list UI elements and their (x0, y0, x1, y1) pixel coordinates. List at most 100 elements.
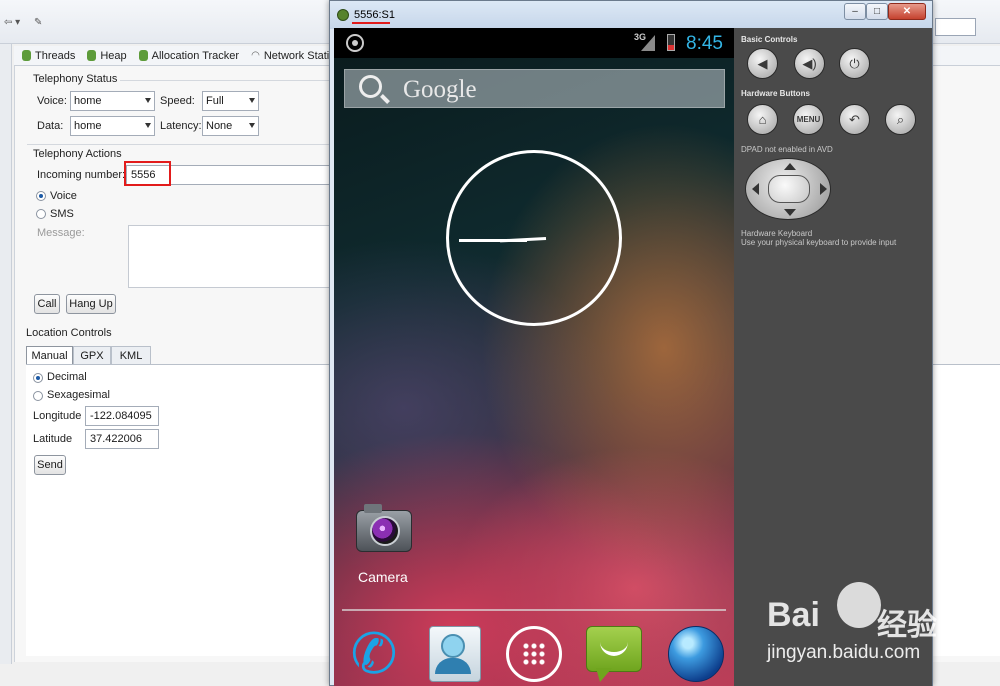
camera-top (364, 504, 382, 513)
emulator-title-bar[interactable]: 5556:S1 – □ ✕ (330, 1, 932, 29)
voice-label: Voice: (37, 95, 67, 107)
quick-access-input[interactable] (935, 18, 976, 36)
apps-grid-dots (522, 642, 546, 666)
dpad-title: DPAD not enabled in AVD (741, 145, 833, 154)
basic-controls-title: Basic Controls (741, 35, 798, 44)
android-app-icon (337, 9, 349, 21)
heap-icon (87, 50, 97, 61)
maximize-button[interactable]: □ (866, 3, 888, 20)
dpad-up-arrow-icon[interactable] (784, 163, 796, 170)
threads-icon (22, 50, 31, 61)
left-trim-strip (0, 44, 12, 664)
contacts-app-icon[interactable] (427, 624, 487, 684)
group-divider (120, 80, 330, 81)
power-button[interactable]: ⏻ (839, 48, 870, 79)
tab-threads[interactable]: Threads (22, 50, 75, 62)
browser-app-icon[interactable] (666, 624, 726, 684)
chevron-down-icon (249, 98, 255, 103)
send-button[interactable]: Send (34, 455, 66, 475)
dock-divider (342, 609, 726, 611)
tab-allocation-tracker[interactable]: Allocation Tracker (138, 49, 240, 62)
voice-select[interactable]: home (70, 91, 155, 111)
camera-app-icon[interactable] (356, 502, 412, 558)
sms-radio-label: SMS (50, 208, 74, 220)
watermark-url: jingyan.baidu.com (767, 642, 921, 663)
sexagesimal-radio-label: Sexagesimal (47, 389, 110, 401)
watermark-brand: Bai (767, 596, 820, 634)
longitude-input[interactable]: -122.084095 (85, 406, 159, 426)
camera-app-label: Camera (358, 569, 408, 585)
data-select[interactable]: home (70, 116, 155, 136)
baidu-watermark: Bai 经验 jingyan.baidu.com (765, 580, 995, 680)
tab-gpx[interactable]: GPX (73, 346, 111, 365)
message-bubble-tail (596, 668, 612, 682)
longitude-label: Longitude (33, 410, 82, 422)
dpad-right-arrow-icon[interactable] (820, 183, 827, 195)
allocation-icon (138, 50, 148, 61)
dpad-left-arrow-icon[interactable] (752, 183, 759, 195)
data-label: Data: (37, 120, 64, 132)
contacts-head (441, 634, 465, 658)
home-button[interactable]: ⌂ (747, 104, 778, 135)
sms-radio[interactable] (36, 209, 46, 219)
hang-up-button[interactable]: Hang Up (66, 294, 116, 314)
tab-heap-label: Heap (100, 49, 127, 62)
group-divider (27, 144, 330, 145)
globe-icon (668, 626, 724, 682)
latitude-input[interactable]: 37.422006 (85, 429, 159, 449)
speed-label: Speed: (160, 95, 195, 107)
latency-select[interactable]: None (202, 116, 259, 136)
chevron-down-icon (249, 123, 255, 128)
incoming-number-label: Incoming number: (37, 169, 126, 181)
phone-app-icon[interactable]: ✆ (344, 624, 404, 684)
latency-select-value: None (206, 120, 233, 132)
title-underline-mark (352, 22, 390, 24)
all-apps-icon[interactable] (504, 624, 564, 684)
google-logo-text: Google (403, 76, 477, 103)
android-status-bar: 3G 8:45 (334, 28, 734, 58)
telephony-actions-title: Telephony Actions (33, 148, 122, 160)
speed-select-value: Full (206, 95, 224, 107)
call-button[interactable]: Call (34, 294, 60, 314)
analog-clock-widget[interactable] (446, 150, 622, 326)
volume-down-button[interactable]: ◀ (747, 48, 778, 79)
hardware-buttons-title: Hardware Buttons (741, 89, 810, 98)
minimize-button[interactable]: – (844, 3, 866, 20)
telephony-status-title: Telephony Status (33, 73, 118, 85)
camera-lens (370, 516, 400, 546)
google-search-bar[interactable]: Google (344, 69, 725, 108)
baidu-paw-icon (837, 582, 881, 628)
android-screen[interactable]: 3G 8:45 Google Camera ✆ (334, 28, 734, 686)
data-select-value: home (74, 120, 102, 132)
close-button[interactable]: ✕ (888, 3, 926, 20)
message-label: Message: (37, 227, 85, 239)
watermark-brand-cn: 经验 (877, 609, 937, 642)
tab-heap[interactable]: Heap (87, 49, 127, 62)
decimal-radio[interactable] (33, 373, 43, 383)
menu-button[interactable]: MENU (793, 104, 824, 135)
voice-select-value: home (74, 95, 102, 107)
tab-allocation-label: Allocation Tracker (151, 49, 240, 62)
back-button[interactable]: ↶ (839, 104, 870, 135)
hardware-keyboard-text: Use your physical keyboard to provide in… (741, 238, 897, 247)
decimal-radio-label: Decimal (47, 371, 87, 383)
sexagesimal-radio[interactable] (33, 391, 43, 401)
speed-select[interactable]: Full (202, 91, 259, 111)
toolbar-pin-icon[interactable]: ✎ (34, 17, 42, 28)
volume-up-button[interactable]: ◀) (794, 48, 825, 79)
gps-icon (346, 34, 364, 52)
dpad-down-arrow-icon[interactable] (784, 209, 796, 216)
latitude-label: Latitude (33, 433, 73, 445)
chevron-down-icon (145, 98, 151, 103)
voice-radio[interactable] (36, 191, 46, 201)
message-textarea[interactable] (128, 225, 330, 288)
tab-manual[interactable]: Manual (26, 346, 73, 365)
search-button[interactable]: ⌕ (885, 104, 916, 135)
wifi-icon: ◠ (251, 50, 260, 61)
messaging-app-icon[interactable] (586, 624, 646, 684)
hardware-keyboard-title: Hardware Keyboard (741, 229, 813, 238)
dpad-control[interactable] (745, 158, 831, 220)
dpad-center-button[interactable] (768, 175, 810, 203)
tab-kml[interactable]: KML (111, 346, 151, 365)
toolbar-arrow-icon[interactable]: ⇦ ▾ (4, 17, 20, 28)
